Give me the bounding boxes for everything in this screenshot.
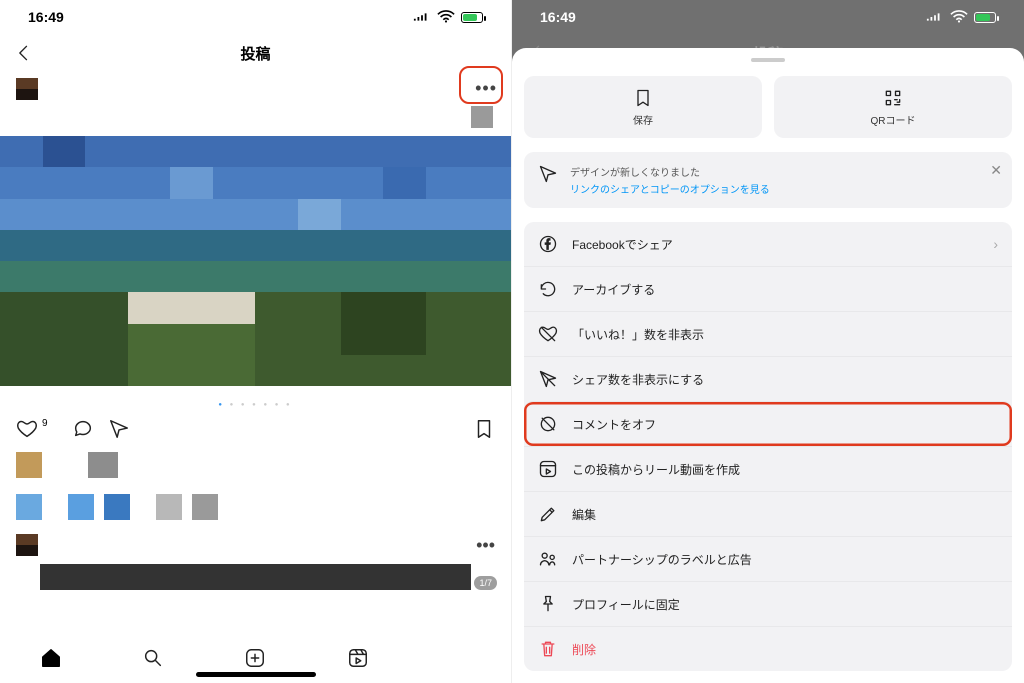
- right-screenshot: 16:49 投稿 ••• 保存 QRコード: [512, 0, 1024, 683]
- reel-icon: [538, 459, 558, 479]
- menu-pin[interactable]: プロフィールに固定: [524, 581, 1012, 626]
- status-indicators: [413, 8, 483, 26]
- left-screenshot: 16:49 投稿 ••• ● ● ● ● ● ● ●: [0, 0, 512, 683]
- status-bar: 16:49: [512, 0, 1024, 34]
- menu-label: パートナーシップのラベルと広告: [572, 551, 752, 568]
- save-button[interactable]: 保存: [524, 76, 762, 138]
- save-label: 保存: [633, 112, 653, 127]
- qr-label: QRコード: [871, 112, 916, 127]
- home-indicator: [196, 672, 316, 677]
- back-button[interactable]: [14, 43, 34, 63]
- menu-label: この投稿からリール動画を作成: [572, 461, 740, 478]
- tab-search[interactable]: [142, 647, 164, 669]
- share-button[interactable]: [108, 418, 130, 440]
- send-icon: [538, 164, 558, 184]
- notice-text: デザインが新しくなりました: [570, 164, 770, 179]
- menu-label: アーカイブする: [572, 281, 655, 298]
- caption-mosaic-2: [0, 490, 511, 524]
- menu-label: 「いいね！」数を非表示: [572, 326, 704, 343]
- menu-label: 削除: [572, 641, 596, 658]
- carousel-counter: 1/7: [474, 576, 497, 590]
- comment-button[interactable]: [72, 418, 94, 440]
- archive-icon: [538, 279, 558, 299]
- carousel-dots[interactable]: ● ● ● ● ● ● ●: [0, 386, 511, 414]
- qr-icon: [883, 88, 903, 108]
- status-time: 16:49: [540, 9, 576, 25]
- status-time: 16:49: [28, 9, 64, 25]
- qr-button[interactable]: QRコード: [774, 76, 1012, 138]
- menu-label: 編集: [572, 506, 596, 523]
- next-post-header: •••: [0, 524, 511, 556]
- tab-home[interactable]: [40, 647, 62, 669]
- menu-label: Facebookでシェア: [572, 236, 673, 253]
- avatar[interactable]: [16, 534, 38, 556]
- menu-list: Facebookでシェア › アーカイブする 「いいね！」数を非表示 シェア数を…: [524, 222, 1012, 671]
- post-image[interactable]: [0, 136, 511, 386]
- next-post-image[interactable]: [40, 564, 471, 590]
- share-off-icon: [538, 369, 558, 389]
- menu-hide-shares[interactable]: シェア数を非表示にする: [524, 356, 1012, 401]
- menu-create-reel[interactable]: この投稿からリール動画を作成: [524, 446, 1012, 491]
- menu-label: プロフィールに固定: [572, 596, 680, 613]
- nav-title: 投稿: [240, 43, 270, 64]
- menu-delete[interactable]: 削除: [524, 626, 1012, 671]
- battery-icon: [974, 12, 996, 23]
- menu-label: シェア数を非表示にする: [572, 371, 704, 388]
- wifi-icon: [437, 8, 455, 26]
- wifi-icon: [950, 8, 968, 26]
- avatar[interactable]: [16, 78, 38, 100]
- bookmark-icon: [633, 88, 653, 108]
- close-icon[interactable]: ✕: [990, 162, 1002, 179]
- like-button[interactable]: [16, 418, 38, 440]
- status-bar: 16:49: [0, 0, 511, 34]
- notice-link[interactable]: リンクのシェアとコピーのオプションを見る: [570, 181, 770, 196]
- highlight-more-annotation: [459, 66, 503, 104]
- menu-edit[interactable]: 編集: [524, 491, 1012, 536]
- comment-off-icon: [538, 414, 558, 434]
- trash-icon: [538, 639, 558, 659]
- nav-bar: 投稿: [0, 34, 511, 72]
- like-count: 9: [42, 418, 48, 429]
- post-more-button[interactable]: •••: [476, 535, 495, 556]
- post-actions: 9: [0, 414, 511, 448]
- cellular-icon: [413, 8, 431, 26]
- heart-off-icon: [538, 324, 558, 344]
- bookmark-button[interactable]: [473, 418, 495, 440]
- chevron-right-icon: ›: [993, 236, 998, 252]
- menu-hide-likes[interactable]: 「いいね！」数を非表示: [524, 311, 1012, 356]
- tab-create[interactable]: [244, 647, 266, 669]
- tab-reels[interactable]: [347, 647, 369, 669]
- caption-mosaic: [0, 448, 511, 482]
- status-indicators: [926, 8, 996, 26]
- cellular-icon: [926, 8, 944, 26]
- post-header: •••: [0, 72, 511, 106]
- pin-icon: [538, 594, 558, 614]
- battery-icon: [461, 12, 483, 23]
- mosaic-block: [471, 106, 493, 128]
- sheet-grabber[interactable]: [751, 58, 785, 62]
- menu-comments-off[interactable]: コメントをオフ: [524, 401, 1012, 446]
- design-notice[interactable]: デザインが新しくなりました リンクのシェアとコピーのオプションを見る ✕: [524, 152, 1012, 208]
- partnership-icon: [538, 549, 558, 569]
- menu-partnership[interactable]: パートナーシップのラベルと広告: [524, 536, 1012, 581]
- menu-archive[interactable]: アーカイブする: [524, 266, 1012, 311]
- menu-label: コメントをオフ: [572, 416, 656, 433]
- action-sheet: 保存 QRコード デザインが新しくなりました リンクのシェアとコピーのオプション…: [512, 48, 1024, 683]
- menu-facebook-share[interactable]: Facebookでシェア ›: [524, 222, 1012, 266]
- pencil-icon: [538, 504, 558, 524]
- facebook-icon: [538, 234, 558, 254]
